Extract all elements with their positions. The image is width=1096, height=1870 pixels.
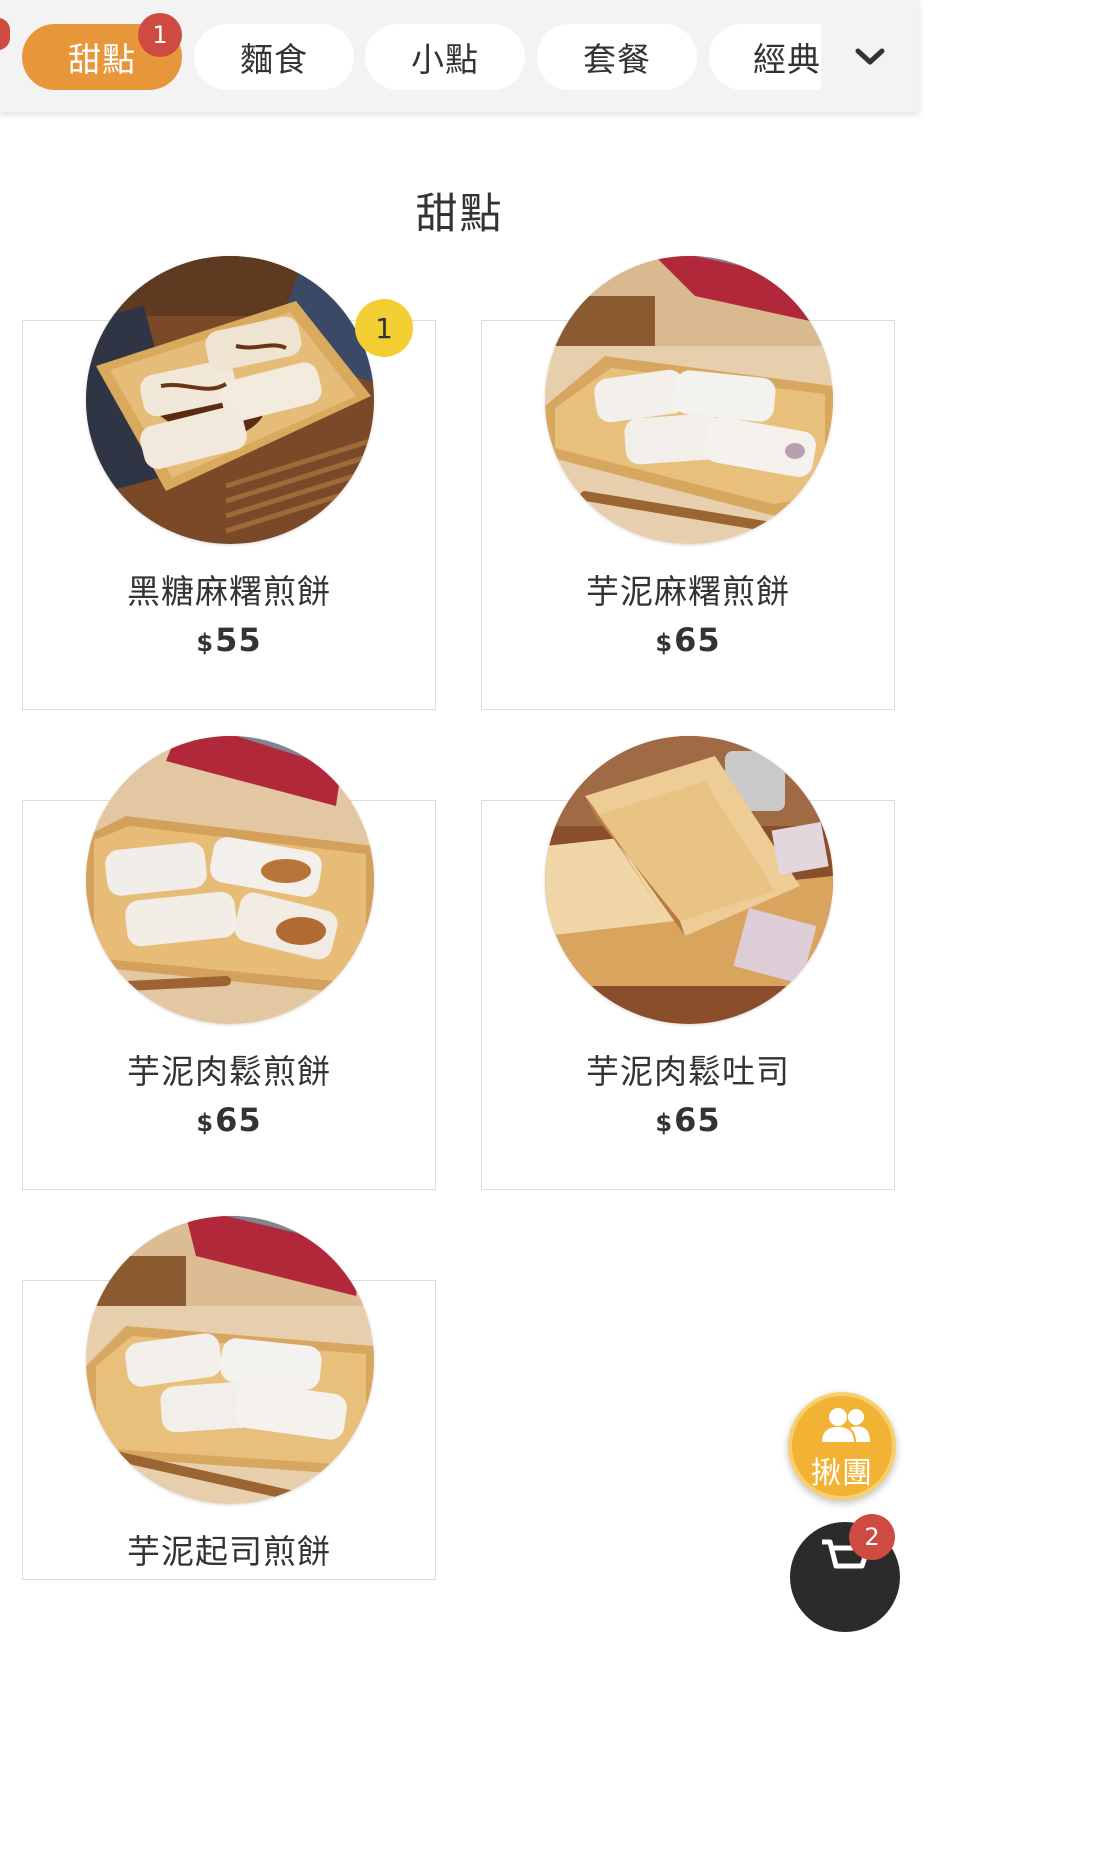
- crepe-plate-image: [86, 736, 374, 1024]
- tab-snacks[interactable]: 小點: [365, 24, 525, 90]
- product-price: $55: [23, 621, 435, 659]
- cart-quantity-badge: 1: [355, 299, 413, 357]
- tab-set-meals[interactable]: 套餐: [537, 24, 697, 90]
- currency-symbol: $: [655, 1109, 673, 1137]
- crepe-plate-image: [86, 1216, 374, 1504]
- tab-label: 小點: [411, 40, 479, 79]
- crepe-plate-image: [545, 256, 833, 544]
- toast-plate-image: [545, 736, 833, 1024]
- product-name: 芋泥麻糬煎餅: [586, 572, 790, 611]
- tab-label: 套餐: [583, 40, 651, 79]
- product-image[interactable]: [86, 736, 374, 1024]
- currency-symbol: $: [196, 629, 214, 657]
- group-order-button[interactable]: 揪團: [788, 1392, 896, 1500]
- cart-count-badge: 2: [849, 1514, 895, 1560]
- tab-label: 經典: [753, 40, 821, 79]
- product-price: $65: [23, 1101, 435, 1139]
- price-amount: 55: [215, 621, 262, 659]
- price-amount: 65: [674, 621, 721, 659]
- product-price: $65: [482, 1101, 894, 1139]
- category-scroller[interactable]: 甜點 麵食 小點 套餐 經典: [0, 0, 821, 112]
- currency-symbol: $: [655, 629, 673, 657]
- chevron-down-icon: [855, 48, 885, 65]
- price-amount: 65: [674, 1101, 721, 1139]
- section-title: 甜點: [415, 189, 504, 238]
- product-image[interactable]: [545, 256, 833, 544]
- product-image[interactable]: [86, 256, 374, 544]
- group-icon: [822, 1408, 870, 1442]
- tab-label: 甜點: [68, 40, 136, 79]
- tab-noodles[interactable]: 麵食: [194, 24, 354, 90]
- category-bar: 甜點 麵食 小點 套餐 經典 1: [0, 0, 919, 112]
- expand-categories-button[interactable]: [845, 34, 895, 80]
- product-price: $65: [482, 621, 894, 659]
- tab-classics[interactable]: 經典: [709, 24, 821, 90]
- product-image[interactable]: [86, 1216, 374, 1504]
- product-name: 芋泥肉鬆煎餅: [127, 1052, 331, 1091]
- tab-count-badge: 1: [138, 13, 182, 57]
- crepe-plate-image: [86, 256, 374, 544]
- product-image[interactable]: [545, 736, 833, 1024]
- product-name: 芋泥起司煎餅: [127, 1532, 331, 1571]
- price-amount: 65: [215, 1101, 262, 1139]
- product-name: 芋泥肉鬆吐司: [586, 1052, 790, 1091]
- tab-label: 麵食: [240, 40, 308, 79]
- currency-symbol: $: [196, 1109, 214, 1137]
- product-name: 黑糖麻糬煎餅: [127, 572, 331, 611]
- group-order-label: 揪團: [811, 1456, 873, 1491]
